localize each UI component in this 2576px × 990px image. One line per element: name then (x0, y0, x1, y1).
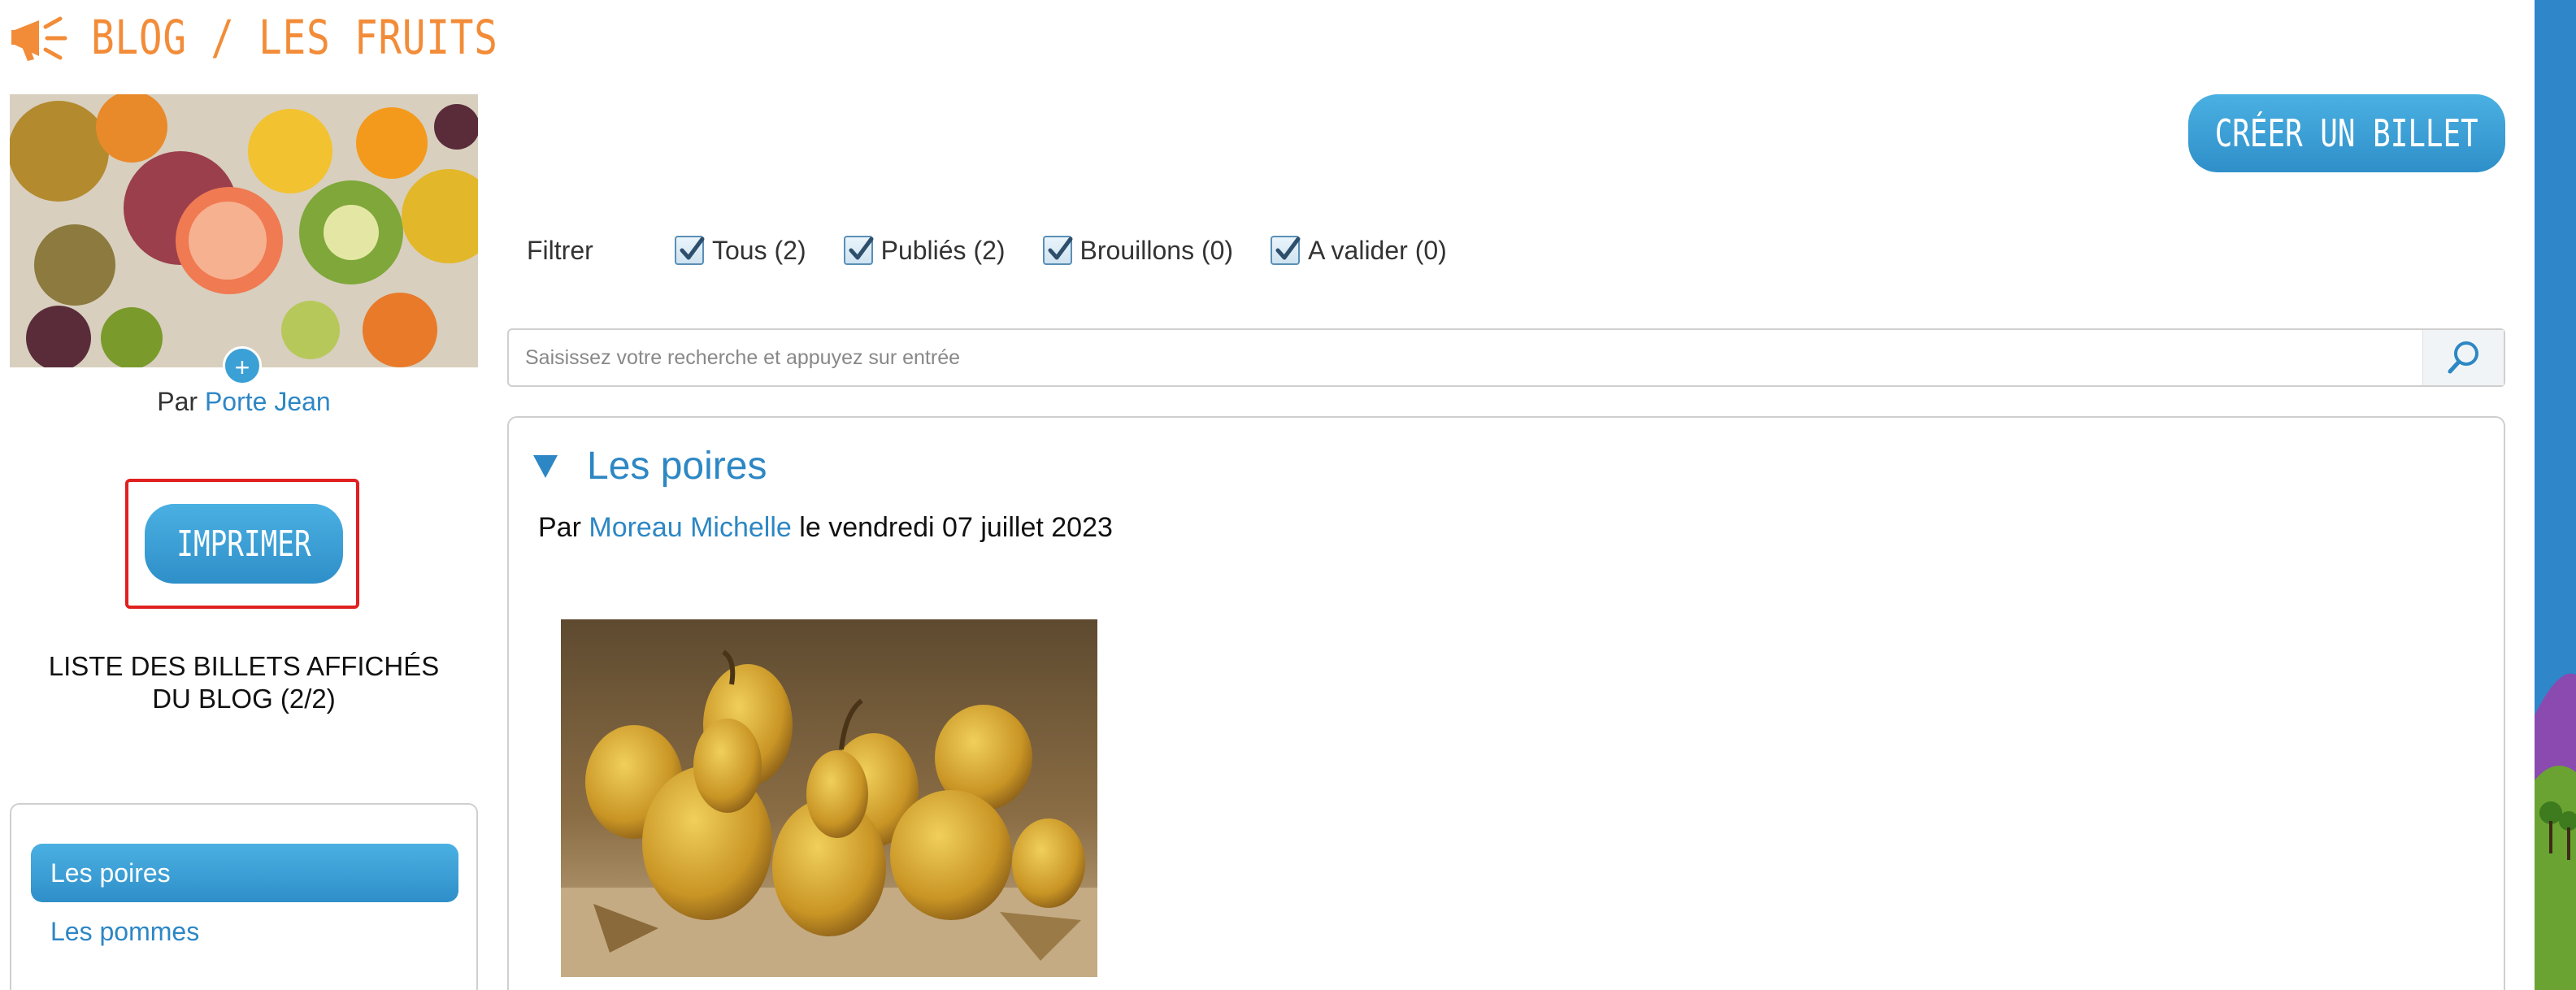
checkmark-icon (1275, 237, 1301, 260)
post-image-pears (561, 619, 1097, 977)
post-list-title-line2: DU BLOG (2/2) (152, 684, 336, 714)
filter-to-validate-checkbox[interactable] (1271, 236, 1301, 265)
filter-to-validate-label: A valider (0) (1308, 235, 1447, 265)
app-header: BLOG / LES FRUITS (10, 5, 588, 70)
post-list-title-line1: LISTE DES BILLETS AFFICHÉS (48, 651, 440, 681)
print-button[interactable]: IMPRIMER (145, 504, 343, 584)
filter-all-checkbox[interactable] (675, 236, 705, 265)
create-post-button[interactable]: CRÉER UN BILLET (2188, 94, 2505, 172)
post-meta: Par Moreau Michelle le vendredi 07 juill… (538, 512, 1113, 544)
search-icon (2448, 341, 2478, 374)
checkmark-icon (849, 237, 874, 260)
checkmark-icon (680, 237, 705, 260)
checkmark-icon (1048, 237, 1073, 260)
collapse-triangle-icon[interactable] (533, 455, 558, 478)
search-bar (507, 328, 2505, 387)
filter-to-validate[interactable]: A valider (0) (1271, 236, 1447, 266)
post-list-item-les-poires[interactable]: Les poires (31, 844, 458, 902)
post-list: Les poires Les pommes (10, 803, 478, 990)
filter-label: Filtrer (527, 235, 593, 265)
author-link[interactable]: Porte Jean (205, 387, 331, 416)
post-author-link[interactable]: Moreau Michelle (589, 512, 791, 543)
post-meta-prefix: Par (538, 512, 581, 543)
blog-cover-image (10, 94, 478, 367)
blog-author: Par Porte Jean (10, 387, 478, 417)
print-button-label: IMPRIMER (176, 523, 311, 565)
filter-published-checkbox[interactable] (843, 236, 874, 265)
author-prefix: Par (157, 387, 198, 416)
filter-all-label: Tous (2) (712, 235, 806, 265)
post-list-title: LISTE DES BILLETS AFFICHÉS DU BLOG (2/2) (16, 650, 471, 715)
filter-drafts[interactable]: Brouillons (0) (1042, 235, 1234, 266)
search-button[interactable] (2422, 330, 2504, 385)
background-decoration (2526, 0, 2576, 990)
filter-published[interactable]: Publiés (2) (843, 235, 1006, 266)
search-input[interactable] (525, 330, 2411, 385)
add-cover-button[interactable]: + (223, 346, 262, 385)
post-title[interactable]: Les poires (587, 444, 767, 488)
blog-page: BLOG / LES FRUITS + Par Porte Jean IMPRI… (0, 0, 2576, 990)
filter-drafts-label: Brouillons (0) (1079, 235, 1234, 265)
megaphone-icon (11, 16, 67, 61)
filter-bar: Filtrer Tous (2) Publiés (2) Brouillons … (527, 229, 1484, 271)
blog-title: BLOG / LES FRUITS (91, 10, 498, 65)
post-list-item-les-pommes[interactable]: Les pommes (31, 902, 458, 961)
filter-all[interactable]: Tous (2) (675, 236, 806, 266)
create-post-label: CRÉER UN BILLET (2214, 111, 2479, 155)
filter-published-label: Publiés (2) (880, 235, 1006, 265)
filter-drafts-checkbox[interactable] (1042, 236, 1073, 265)
post-date: le vendredi 07 juillet 2023 (799, 512, 1113, 543)
